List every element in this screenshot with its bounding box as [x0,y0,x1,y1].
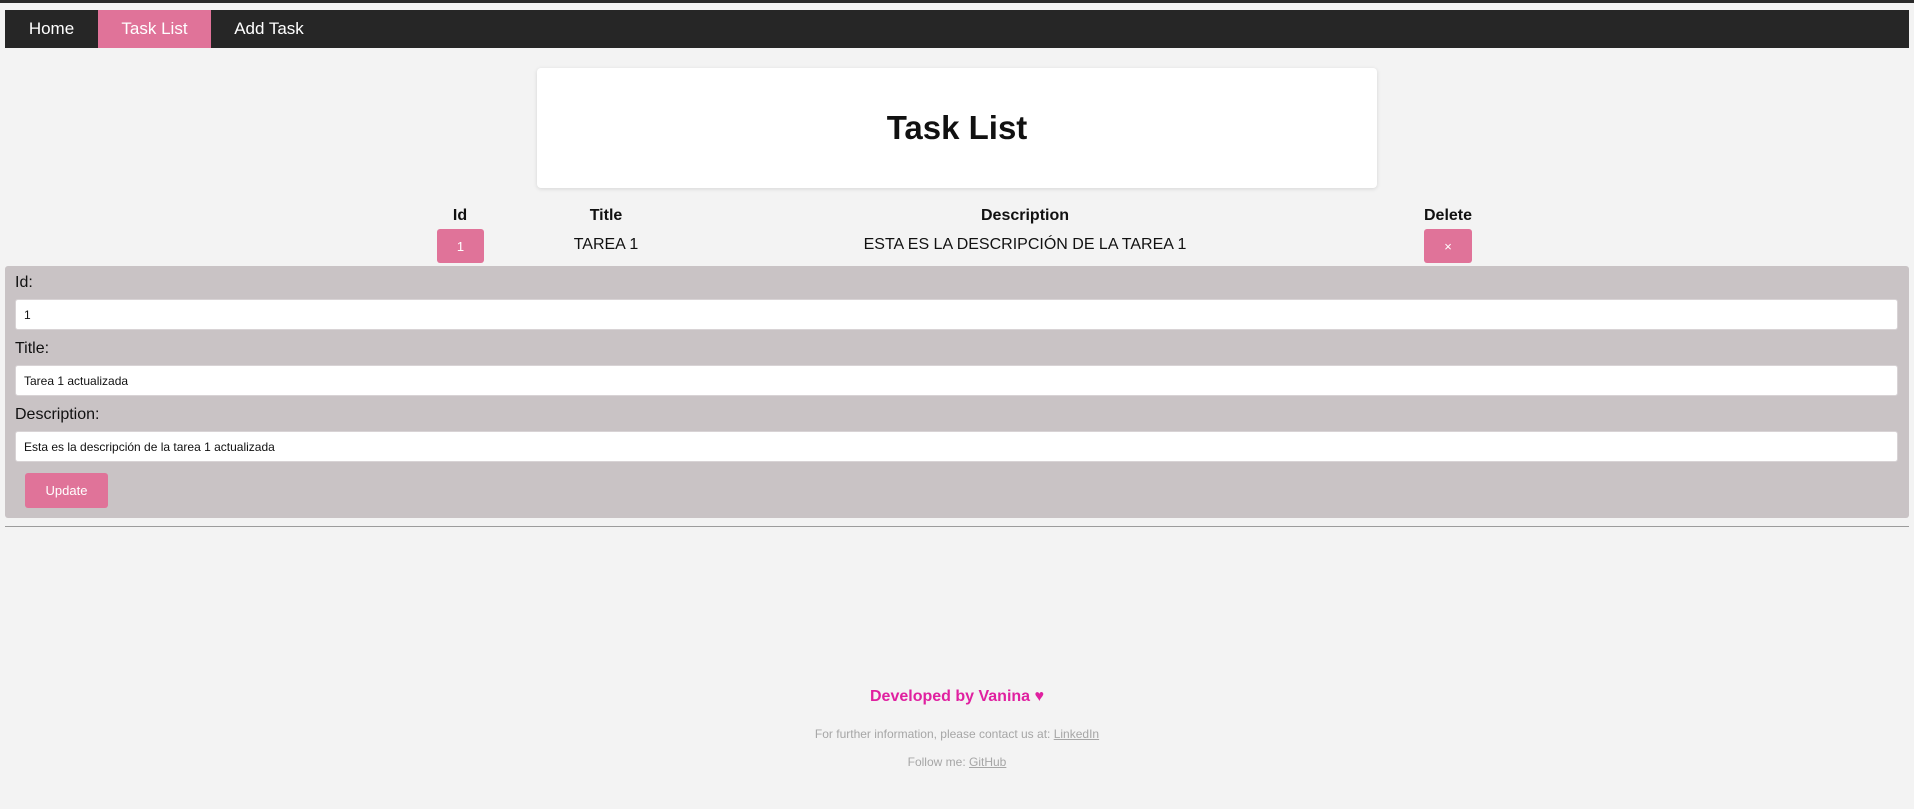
follow-text: Follow me: [907,755,966,769]
task-id-button[interactable]: 1 [437,229,484,263]
follow-line: Follow me: GitHub [908,755,1007,769]
nav-add-task[interactable]: Add Task [211,10,327,48]
delete-task-button[interactable]: × [1424,229,1472,263]
edit-task-form: Id: 1 Title: Tarea 1 actualizada Descrip… [5,266,1909,518]
title-field-label: Title: [15,340,50,357]
nav-home[interactable]: Home [5,10,98,48]
task-description-cell: ESTA ES LA DESCRIPCIÓN DE LA TAREA 1 [863,236,1187,253]
column-header-title: Title [589,207,623,224]
github-link[interactable]: GitHub [969,755,1006,769]
nav-task-list[interactable]: Task List [98,10,211,48]
page-title-card: Task List [537,68,1377,188]
developer-credit: Developed by Vanina ♥ [870,688,1044,705]
column-header-delete: Delete [1423,207,1473,224]
id-field-label: Id: [15,274,33,291]
description-field[interactable]: Esta es la descripción de la tarea 1 act… [15,431,1898,462]
contact-line: For further information, please contact … [815,727,1099,741]
id-field[interactable]: 1 [15,299,1898,330]
task-title-cell: TAREA 1 [573,236,639,253]
contact-text: For further information, please contact … [814,727,1051,741]
title-field[interactable]: Tarea 1 actualizada [15,365,1898,396]
update-button[interactable]: Update [25,473,108,508]
section-divider [5,526,1909,527]
column-header-id: Id [452,207,468,224]
page-title: Task List [886,109,1028,146]
linkedin-link[interactable]: LinkedIn [1054,727,1099,741]
description-field-label: Description: [15,406,100,423]
top-edge-line [0,0,1914,3]
column-header-description: Description [980,207,1070,224]
top-nav: Home Task List Add Task [5,10,1909,48]
